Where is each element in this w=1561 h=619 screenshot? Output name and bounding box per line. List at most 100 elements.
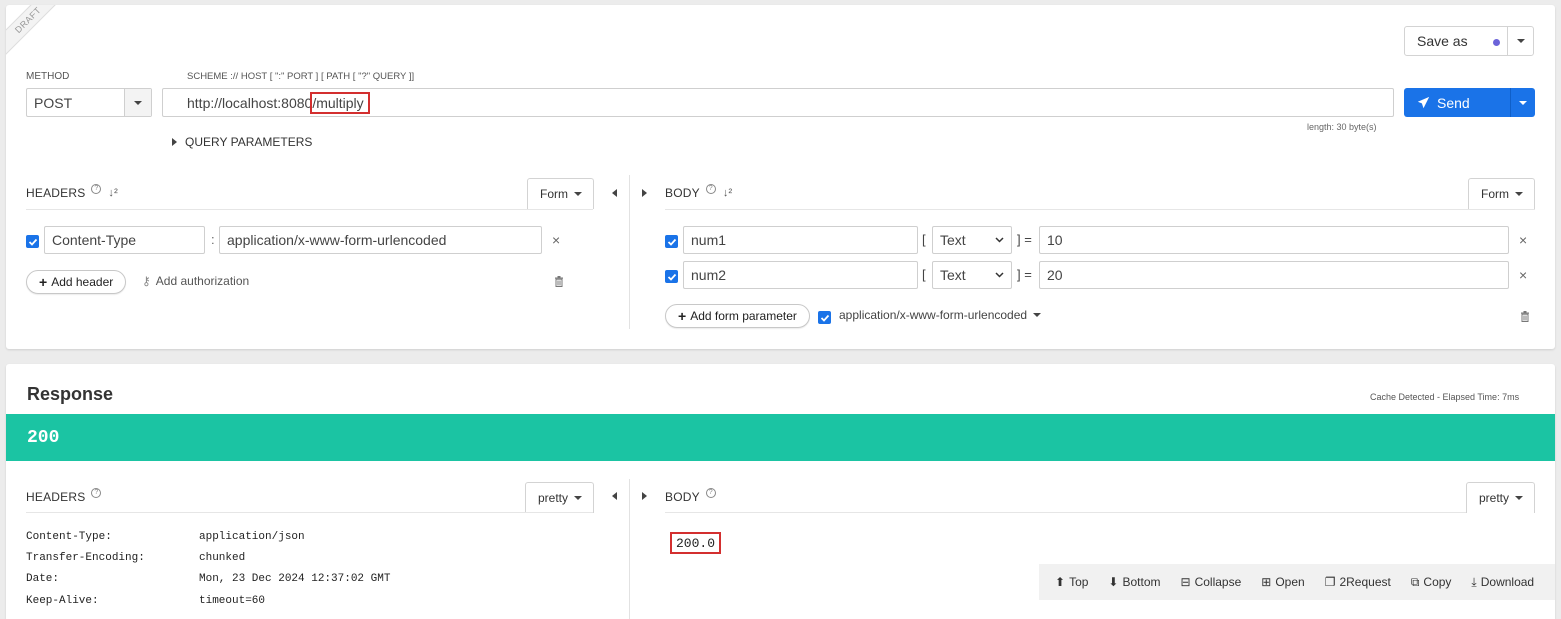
param-name-value: num1: [691, 232, 727, 248]
param-enabled-checkbox[interactable]: [665, 270, 678, 283]
response-headers-mode-label: pretty: [538, 491, 569, 505]
collapse-button[interactable]: ⊟ Collapse: [1181, 575, 1242, 589]
download-button[interactable]: ⤓ Download: [1471, 575, 1534, 590]
remove-header-icon[interactable]: ×: [552, 232, 560, 248]
copy-button[interactable]: ⧉ Copy: [1411, 575, 1452, 590]
collapse-right-icon[interactable]: [642, 492, 647, 500]
method-dropdown[interactable]: [124, 89, 151, 116]
response-header-key: Content-Type:: [26, 531, 112, 543]
sort-icon[interactable]: ↓²: [723, 187, 733, 199]
remove-param-icon[interactable]: ×: [1519, 267, 1527, 283]
content-type-dropdown[interactable]: application/x-www-form-urlencoded: [839, 308, 1042, 322]
response-body-content: 200.0: [670, 532, 722, 554]
param-name-input[interactable]: num2: [683, 261, 918, 289]
add-form-parameter-button[interactable]: + Add form parameter: [665, 304, 810, 328]
param-type-value: Text: [940, 267, 966, 283]
method-value: POST: [34, 94, 73, 111]
sort-icon[interactable]: ↓²: [108, 187, 118, 199]
body-title-label: BODY: [665, 186, 700, 200]
response-headers-title: HEADERS ?: [26, 488, 102, 504]
method-label: METHOD: [26, 71, 70, 82]
bottom-button[interactable]: ⬇ Bottom: [1108, 575, 1160, 589]
collapse-right-icon[interactable]: [642, 189, 647, 197]
add-header-label: Add header: [51, 275, 114, 289]
headers-mode-select[interactable]: Form: [527, 178, 594, 209]
body-mode-select[interactable]: Form: [1468, 178, 1535, 209]
add-header-button[interactable]: + Add header: [26, 270, 127, 294]
response-body-mode-select[interactable]: pretty: [1466, 482, 1535, 513]
add-authorization-link[interactable]: ⚷ Add authorization: [142, 274, 249, 288]
chevron-down-icon: [574, 192, 582, 196]
header-key-value: Content-Type: [52, 232, 137, 248]
status-code: 200: [27, 427, 60, 448]
open-button[interactable]: ⊞ Open: [1261, 575, 1304, 589]
expand-icon: [172, 138, 177, 146]
url-hint: SCHEME :// HOST [ ":" PORT ] [ PATH [ "?…: [187, 71, 415, 82]
header-separator: :: [211, 232, 215, 247]
collapse-label: Collapse: [1194, 575, 1242, 589]
response-header-value: chunked: [199, 552, 246, 564]
collapse-left-icon[interactable]: [612, 189, 617, 197]
copy-to-request-icon: ❐: [1324, 575, 1336, 589]
save-as-button[interactable]: Save as: [1404, 26, 1534, 56]
help-icon[interactable]: ?: [91, 488, 102, 498]
send-label: Send: [1437, 94, 1470, 111]
method-select[interactable]: POST: [26, 88, 152, 117]
chevron-down-icon: [1515, 496, 1524, 500]
chevron-down-icon: [1033, 313, 1042, 317]
response-headers-mode-select[interactable]: pretty: [525, 482, 594, 513]
copy-icon: ⧉: [1410, 574, 1420, 589]
draft-label: DRAFT: [12, 5, 44, 36]
download-icon: ⤓: [1471, 574, 1477, 589]
arrow-up-circle-icon: ⬆: [1055, 575, 1066, 589]
param-type-select[interactable]: Text: [932, 226, 1012, 254]
send-button[interactable]: Send: [1404, 88, 1535, 117]
bracket-open: [: [922, 267, 926, 282]
body-mode-label: Form: [1481, 187, 1509, 201]
length-text: length: 30 byte(s): [1307, 122, 1377, 132]
help-icon[interactable]: ?: [705, 488, 716, 498]
help-icon[interactable]: ?: [91, 184, 102, 194]
send-dropdown[interactable]: [1510, 88, 1535, 117]
save-as-dropdown[interactable]: [1507, 27, 1534, 55]
help-icon[interactable]: ?: [705, 184, 716, 194]
param-value-input[interactable]: 10: [1039, 226, 1509, 254]
top-button[interactable]: ⬆ Top: [1055, 575, 1088, 589]
response-toolbar: ⬆ Top ⬇ Bottom ⊟ Collapse ⊞ Open ❐ 2Request ⧉…: [1039, 564, 1555, 600]
trash-icon[interactable]: [1520, 311, 1530, 322]
status-dot-icon: [1493, 39, 1500, 46]
collapse-left-icon[interactable]: [612, 492, 617, 500]
query-parameters-toggle[interactable]: QUERY PARAMETERS: [172, 135, 312, 149]
header-key-input[interactable]: Content-Type: [44, 226, 205, 254]
bottom-label: Bottom: [1122, 575, 1161, 589]
save-as-label: Save as: [1417, 33, 1468, 49]
param-type-select[interactable]: Text: [932, 261, 1012, 289]
send-icon: [1417, 96, 1430, 109]
trash-icon[interactable]: [554, 276, 564, 287]
header-value-input[interactable]: application/x-www-form-urlencoded: [219, 226, 542, 254]
check-icon: [667, 273, 676, 281]
param-name-value: num2: [691, 267, 727, 283]
param-enabled-checkbox[interactable]: [665, 235, 678, 248]
header-enabled-checkbox[interactable]: [26, 235, 39, 248]
remove-param-icon[interactable]: ×: [1519, 232, 1527, 248]
download-label: Download: [1480, 575, 1535, 589]
chevron-down-icon: [574, 496, 583, 500]
query-parameters-label: QUERY PARAMETERS: [185, 135, 313, 149]
url-path-highlight: [310, 92, 370, 114]
to-request-button[interactable]: ❐ 2Request: [1325, 575, 1391, 589]
check-icon: [28, 238, 37, 246]
content-type-label: application/x-www-form-urlencoded: [839, 308, 1028, 322]
check-icon: [667, 238, 676, 246]
response-header-key: Date:: [26, 573, 60, 585]
param-value-input[interactable]: 20: [1039, 261, 1509, 289]
body-divider: [665, 209, 1535, 210]
to-request-label: 2Request: [1339, 575, 1391, 589]
status-bar: 200: [6, 414, 1555, 461]
request-panel: DRAFT Save as METHOD POST SCHEME :// HOS…: [6, 5, 1555, 349]
content-type-checkbox[interactable]: [818, 311, 831, 324]
chevron-down-icon: [134, 100, 142, 105]
chevron-down-icon: [995, 237, 1004, 243]
param-name-input[interactable]: num1: [683, 226, 918, 254]
open-label: Open: [1275, 575, 1305, 589]
